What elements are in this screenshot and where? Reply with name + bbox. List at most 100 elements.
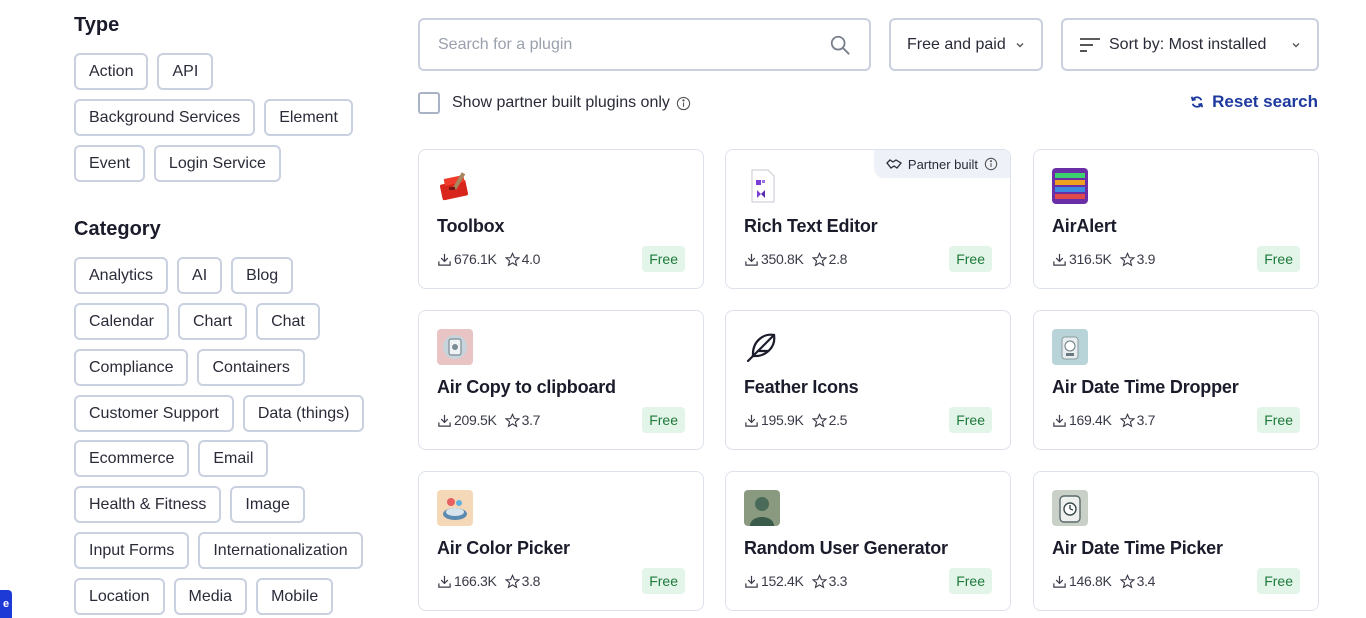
rating-value: 3.7 [1136, 412, 1156, 428]
install-count: 166.3K [454, 573, 497, 589]
help-widget-tab[interactable]: e [0, 590, 12, 618]
install-count: 195.9K [761, 412, 804, 428]
info-icon[interactable] [984, 157, 998, 171]
refresh-icon [1191, 96, 1204, 108]
handshake-icon [886, 159, 902, 169]
color-picker-icon [437, 490, 473, 526]
category-chip-location[interactable]: Location [74, 578, 165, 615]
rating-value: 3.4 [1136, 573, 1156, 589]
category-chip-containers[interactable]: Containers [197, 349, 305, 386]
price-badge: Free [949, 407, 992, 433]
reset-search-label: Reset search [1212, 92, 1318, 111]
plugin-card-toolbox[interactable]: Toolbox 676.1K 4.0 Free [418, 149, 704, 289]
category-chip-data-things[interactable]: Data (things) [242, 395, 365, 432]
category-chip-ai[interactable]: AI [177, 257, 223, 294]
partner-filter: Show partner built plugins only [418, 92, 691, 114]
type-chip-background-services[interactable]: Background Services [74, 99, 256, 136]
category-chip-compliance[interactable]: Compliance [74, 349, 189, 386]
sort-icon [1080, 37, 1100, 52]
search-icon[interactable] [829, 34, 851, 56]
star-icon [811, 573, 827, 588]
type-chip-element[interactable]: Element [264, 99, 353, 136]
date-time-dropper-icon [1052, 329, 1088, 365]
airalert-icon [1052, 168, 1088, 204]
reset-search-button[interactable]: Reset search [1190, 92, 1318, 112]
star-icon [811, 412, 827, 427]
category-chip-chart[interactable]: Chart [177, 303, 248, 340]
date-time-picker-icon [1052, 490, 1088, 526]
toolbox-icon [437, 168, 473, 204]
category-chip-health-fitness[interactable]: Health & Fitness [74, 486, 222, 523]
plugin-card-airalert[interactable]: AirAlert 316.5K 3.9 Free [1033, 149, 1319, 289]
rating-value: 2.5 [828, 412, 848, 428]
plugin-card-air-date-time-picker[interactable]: Air Date Time Picker 146.8K 3.4 Free [1033, 471, 1319, 611]
star-icon [504, 573, 520, 588]
category-chip-ecommerce[interactable]: Ecommerce [74, 440, 190, 477]
category-chip-mobile[interactable]: Mobile [256, 578, 334, 615]
plugin-card-air-date-time-dropper[interactable]: Air Date Time Dropper 169.4K 3.7 Free [1033, 310, 1319, 450]
star-icon [1119, 251, 1135, 266]
type-chip-login-service[interactable]: Login Service [153, 145, 281, 182]
category-section-title: Category [74, 218, 161, 240]
category-chip-chat[interactable]: Chat [256, 303, 320, 340]
plugin-card-random-user-generator[interactable]: Random User Generator 152.4K 3.3 Free [725, 471, 1011, 611]
install-count: 152.4K [761, 573, 804, 589]
category-chip-media[interactable]: Media [173, 578, 248, 615]
plugin-stats: 166.3K 3.8 [437, 573, 540, 589]
star-icon [1119, 412, 1135, 427]
plugin-name: Toolbox [437, 216, 505, 236]
plugin-card-feather-icons[interactable]: Feather Icons 195.9K 2.5 Free [725, 310, 1011, 450]
plugin-stats: 316.5K 3.9 [1052, 251, 1155, 267]
star-icon [1119, 573, 1135, 588]
plugin-name: Air Date Time Picker [1052, 538, 1223, 558]
price-badge: Free [642, 246, 685, 272]
partner-only-checkbox[interactable] [418, 92, 440, 114]
category-chip-analytics[interactable]: Analytics [74, 257, 169, 294]
download-icon [1053, 414, 1066, 427]
category-chip-email[interactable]: Email [198, 440, 269, 477]
download-icon [1053, 575, 1066, 588]
type-chip-action[interactable]: Action [74, 53, 149, 90]
info-icon[interactable] [676, 96, 691, 111]
feather-icon [744, 329, 780, 365]
plugin-stats: 209.5K 3.7 [437, 412, 540, 428]
plugin-search-box[interactable] [418, 18, 871, 71]
category-chip-calendar[interactable]: Calendar [74, 303, 169, 340]
plugin-card-rich-text-editor[interactable]: Partner built Rich Text Editor 350.8K 2.… [725, 149, 1011, 289]
type-chip-api[interactable]: API [157, 53, 214, 90]
price-filter-value: Free and paid [907, 35, 1006, 53]
plugin-card-air-copy-to-clipboard[interactable]: Air Copy to clipboard 209.5K 3.7 Free [418, 310, 704, 450]
category-chip-internationalization[interactable]: Internationalization [198, 532, 363, 569]
star-icon [504, 251, 520, 266]
clipboard-icon [437, 329, 473, 365]
type-chip-event[interactable]: Event [74, 145, 145, 182]
plugin-stats: 676.1K 4.0 [437, 251, 540, 267]
chevron-down-icon [1016, 42, 1024, 47]
plugin-name: Air Color Picker [437, 538, 570, 558]
partner-built-badge: Partner built [873, 150, 1010, 178]
category-chip-customer-support[interactable]: Customer Support [74, 395, 234, 432]
rating-value: 3.9 [1136, 251, 1156, 267]
plugin-name: Random User Generator [744, 538, 948, 558]
install-count: 169.4K [1069, 412, 1112, 428]
partner-only-label[interactable]: Show partner built plugins only [452, 94, 670, 112]
price-filter-select[interactable]: Free and paid [889, 18, 1043, 71]
download-icon [745, 253, 758, 266]
chevron-down-icon [1292, 42, 1300, 47]
help-widget-label: e [2, 598, 10, 610]
category-chip-input-forms[interactable]: Input Forms [74, 532, 190, 569]
category-chip-image[interactable]: Image [230, 486, 305, 523]
category-chip-blog[interactable]: Blog [231, 257, 294, 294]
plugin-card-air-color-picker[interactable]: Air Color Picker 166.3K 3.8 Free [418, 471, 704, 611]
plugin-stats: 350.8K 2.8 [744, 251, 847, 267]
price-badge: Free [949, 568, 992, 594]
plugin-stats: 152.4K 3.3 [744, 573, 847, 589]
sort-select[interactable]: Sort by: Most installed [1061, 18, 1319, 71]
rating-value: 3.8 [521, 573, 541, 589]
star-icon [811, 251, 827, 266]
user-generator-icon [744, 490, 780, 526]
install-count: 350.8K [761, 251, 804, 267]
plugin-search-input[interactable] [438, 35, 829, 54]
star-icon [504, 412, 520, 427]
rating-value: 4.0 [521, 251, 541, 267]
